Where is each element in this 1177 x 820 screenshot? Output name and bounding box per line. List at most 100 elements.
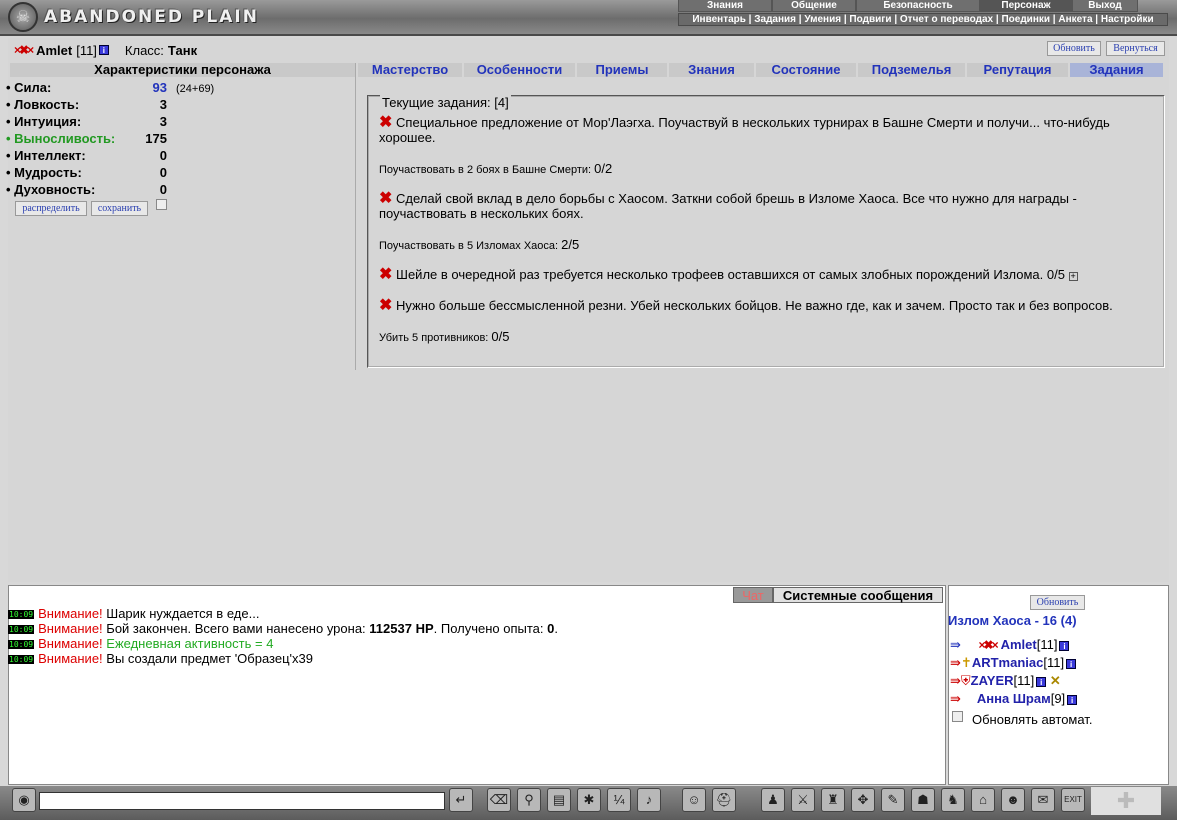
guild-icon[interactable]: ☗ xyxy=(911,788,935,812)
stat-row: • Сила: 93 xyxy=(6,80,167,95)
stat-value: 93 xyxy=(152,80,167,95)
save-log-icon[interactable]: ▤ xyxy=(547,788,571,812)
scroll-icon[interactable]: ✎ xyxy=(881,788,905,812)
cancel-quest-icon[interactable]: ✖ xyxy=(379,114,392,131)
tab-quests[interactable]: Задания xyxy=(1070,63,1163,77)
send-icon[interactable]: ↵ xyxy=(449,788,473,812)
helmet-icon[interactable]: ⛑ xyxy=(712,788,736,812)
player-header: ×✖× Amlet [11] i Класс: Танк xyxy=(14,42,197,58)
menu-exit[interactable]: Выход xyxy=(1072,0,1138,12)
tab-system-messages[interactable]: Системные сообщения xyxy=(773,587,943,603)
player-row: ⇛ Анна Шрам[9] i xyxy=(950,691,1078,707)
chat-line: 10:09 Внимание! Ежедневная активность = 4 xyxy=(8,636,274,651)
map-icon[interactable]: ✥ xyxy=(851,788,875,812)
logo: ☠ ABANDONED PLAIN xyxy=(8,2,259,32)
arrow-icon: ⇛ xyxy=(950,691,961,706)
cancel-quest-icon[interactable]: ✖ xyxy=(379,297,392,314)
info-icon[interactable]: i xyxy=(1059,641,1070,651)
mail-icon[interactable]: ✉ xyxy=(1031,788,1055,812)
sub-menu[interactable]: Инвентарь | Задания | Умения | Подвиги |… xyxy=(678,13,1168,26)
player-row: ⇛✝ARTmaniac[11] i xyxy=(950,655,1077,671)
refresh-players-button[interactable]: Обновить xyxy=(1030,595,1085,610)
exit-icon[interactable]: EXIT xyxy=(1061,788,1085,812)
quest-item: ✖ Шейле в очередной раз требуется нескол… xyxy=(379,266,1078,283)
battle-icon[interactable]: ⚔ xyxy=(791,788,815,812)
player-row: ⇛ ×✖× Amlet[11] i xyxy=(950,637,1070,653)
info-icon[interactable]: i xyxy=(1066,659,1077,669)
tab-state[interactable]: Состояние xyxy=(756,63,856,77)
quest-progress: Поучаствовать в 2 боях в Башне Смерти: 0… xyxy=(379,161,613,176)
quest-item: ✖ Нужно больше бессмысленной резни. Убей… xyxy=(379,297,1113,314)
tab-knowledge[interactable]: Знания xyxy=(669,63,754,77)
stats-checkbox[interactable] xyxy=(156,199,167,210)
skull-gear-icon: ☠ xyxy=(8,2,38,32)
char-stats-heading: Характеристики персонажа xyxy=(10,63,355,77)
menu-social[interactable]: Общение xyxy=(772,0,856,12)
smiley-icon[interactable]: ☺ xyxy=(682,788,706,812)
stat-row: • Выносливость: 175 xyxy=(6,131,167,146)
chat-line: 10:09 Внимание! Вы создали предмет 'Образ… xyxy=(8,651,313,666)
location-title: Излом Хаоса - 16 (4) xyxy=(948,613,1077,628)
tab-features[interactable]: Особенности xyxy=(464,63,575,77)
tab-mastery[interactable]: Мастерство xyxy=(358,63,462,77)
info-icon[interactable]: i xyxy=(1036,677,1047,687)
puzzle-icon[interactable]: ✚ xyxy=(1091,787,1161,815)
menu-security[interactable]: Безопасность xyxy=(856,0,980,12)
stat-row: • Духовность: 0 xyxy=(6,182,167,197)
strength-bonus: (24+69) xyxy=(176,83,215,95)
top-menu: Знания Общение Безопасность Персонаж Вых… xyxy=(678,0,1138,12)
stat-row: • Ловкость: 3 xyxy=(6,97,167,112)
font-size-icon[interactable]: ¼ xyxy=(607,788,631,812)
tab-bar: Мастерство Особенности Приемы Знания Сос… xyxy=(358,63,1167,77)
tab-dungeons[interactable]: Подземелья xyxy=(858,63,965,77)
chat-line: 10:09 Внимание! Бой закончен. Всего вами … xyxy=(8,621,559,636)
stat-row: • Интуиция: 3 xyxy=(6,114,167,129)
chat-mode-icon[interactable]: ◉ xyxy=(12,788,36,812)
arrow-icon: ⇛ xyxy=(950,655,961,670)
cross-icon: ✝ xyxy=(960,655,972,670)
quest-item: ✖ Сделай свой вклад в дело борьбы с Хаос… xyxy=(379,190,1077,222)
quests-legend: Текущие задания: [4] xyxy=(380,95,511,110)
info-icon[interactable]: i xyxy=(1067,695,1078,705)
arrow-icon: ⇛ xyxy=(950,673,961,688)
distribute-button[interactable]: распределить xyxy=(15,201,87,216)
shield-icon: ⛨ xyxy=(960,673,971,688)
player-row: ⇛⛨ZAYER[11] i ✕ xyxy=(950,673,1061,688)
chat-input[interactable] xyxy=(39,792,445,810)
player-level: [11] xyxy=(76,42,97,58)
quest-progress: Убить 5 противников: 0/5 xyxy=(379,329,510,344)
tab-techniques[interactable]: Приемы xyxy=(577,63,667,77)
auto-refresh-label: Обновлять автомат. xyxy=(972,712,1093,727)
swords-icon: ✕ xyxy=(1049,673,1061,688)
class-value: Танк xyxy=(167,42,198,58)
back-button[interactable]: Вернуться xyxy=(1106,41,1165,56)
class-label: Класс: xyxy=(124,42,164,58)
quest-progress: Поучаствовать в 5 Изломах Хаоса: 2/5 xyxy=(379,237,580,252)
stat-row: • Интеллект: 0 xyxy=(6,148,167,163)
arrow-icon: ⇛ xyxy=(950,637,961,652)
top-bar: ☠ ABANDONED PLAIN Знания Общение Безопас… xyxy=(0,0,1177,36)
menu-character[interactable]: Персонаж xyxy=(980,0,1072,12)
cancel-quest-icon[interactable]: ✖ xyxy=(379,190,392,207)
auto-refresh-checkbox[interactable] xyxy=(952,711,963,722)
save-button[interactable]: сохранить xyxy=(91,201,148,216)
clear-icon[interactable]: ⌫ xyxy=(487,788,511,812)
tab-reputation[interactable]: Репутация xyxy=(967,63,1068,77)
cancel-quest-icon[interactable]: ✖ xyxy=(379,266,392,283)
menu-knowledge[interactable]: Знания xyxy=(678,0,772,12)
friends-icon[interactable]: ☻ xyxy=(1001,788,1025,812)
info-icon[interactable]: i xyxy=(98,45,109,55)
refresh-button[interactable]: Обновить xyxy=(1047,41,1101,56)
bag-icon[interactable]: ♜ xyxy=(821,788,845,812)
translit-icon[interactable]: ✱ xyxy=(577,788,601,812)
house-icon[interactable]: ⌂ xyxy=(971,788,995,812)
quest-item: ✖ Специальное предложение от Мор'Лаэгха.… xyxy=(379,114,1110,146)
tab-chat[interactable]: Чат xyxy=(733,587,773,603)
player-name[interactable]: Amlet xyxy=(36,43,72,58)
chat-tabs: Чат Системные сообщения xyxy=(733,587,943,603)
filter-icon[interactable]: ⚲ xyxy=(517,788,541,812)
mage-icon[interactable]: ♟ xyxy=(761,788,785,812)
pet-icon[interactable]: ♞ xyxy=(941,788,965,812)
sound-icon[interactable]: ♪ xyxy=(637,788,661,812)
expand-icon[interactable]: + xyxy=(1068,272,1078,281)
